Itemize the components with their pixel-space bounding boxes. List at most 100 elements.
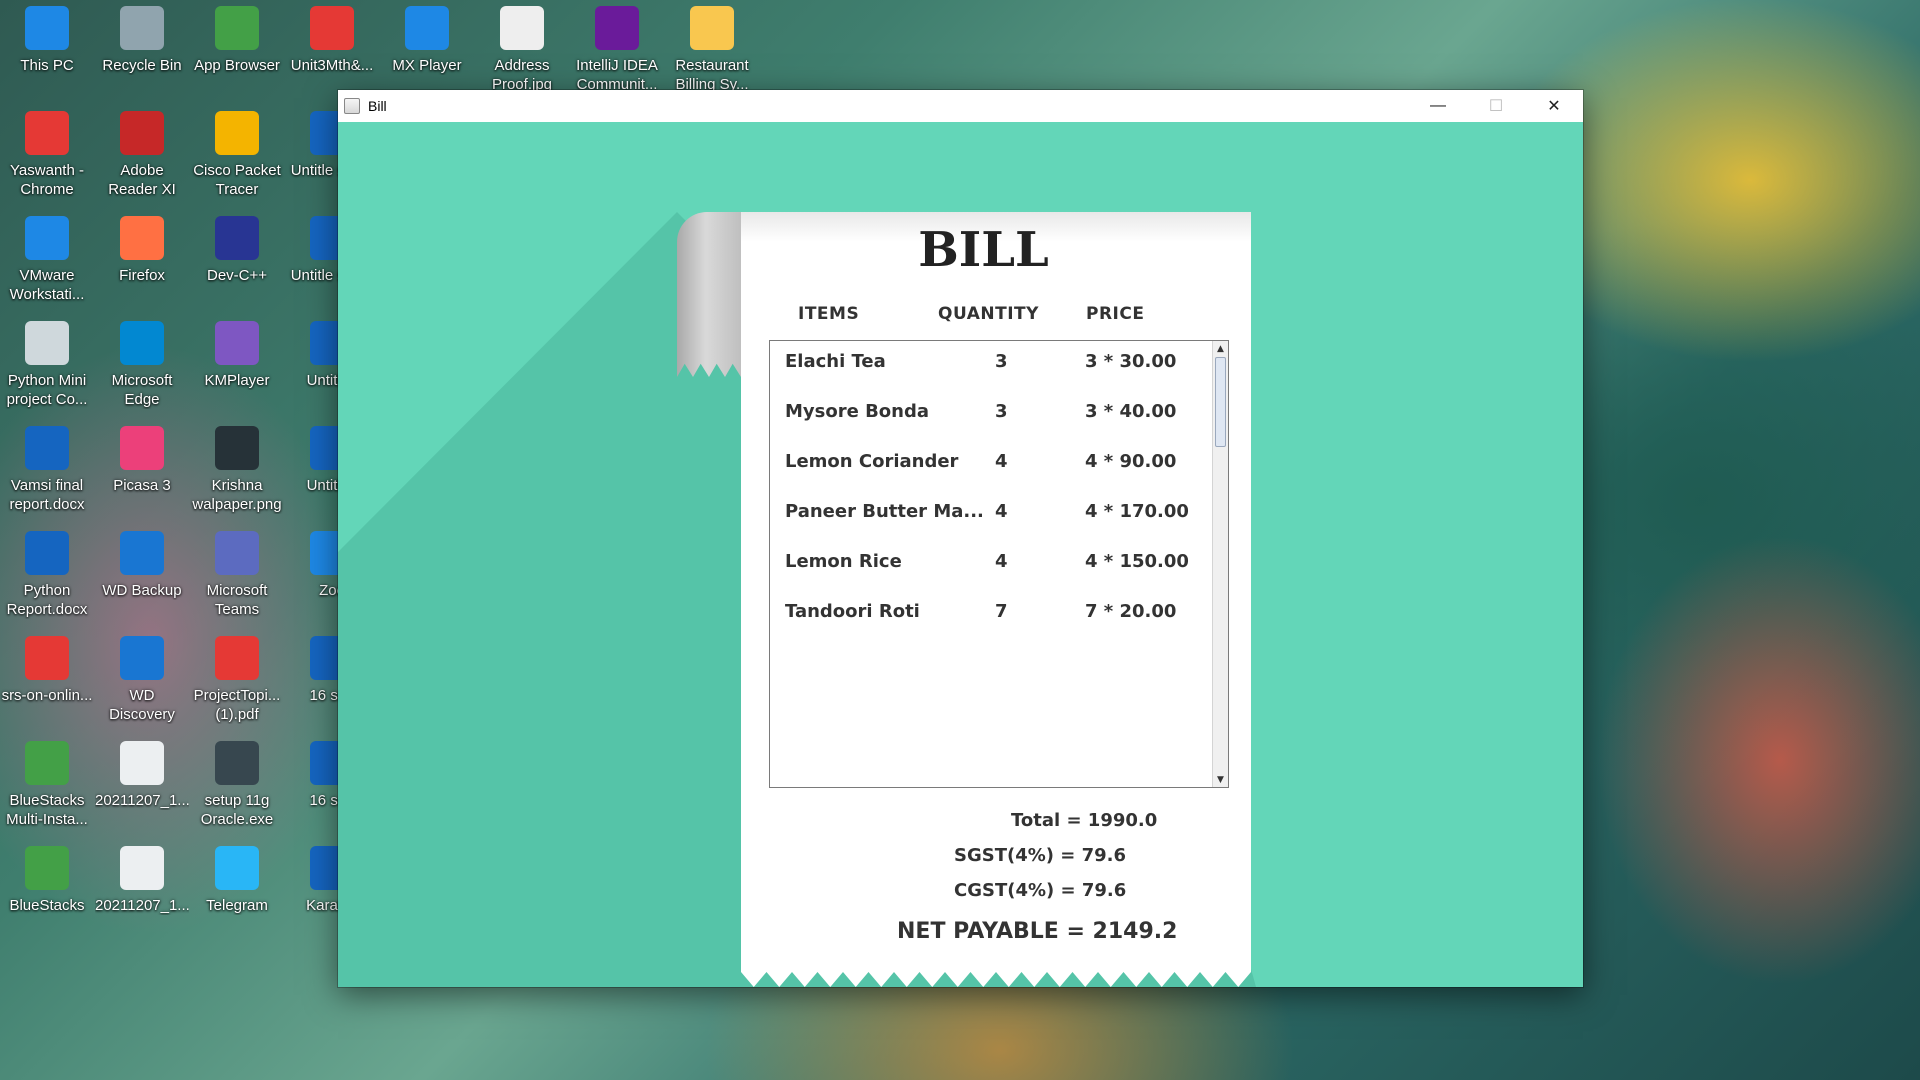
desktop-icon-monitor[interactable]: This PC <box>0 0 94 100</box>
teams-icon <box>215 531 259 575</box>
column-header-items: ITEMS <box>798 304 860 324</box>
wd-backup-icon <box>120 531 164 575</box>
kmplayer-icon <box>215 321 259 365</box>
bluestacks-icon <box>25 846 69 890</box>
desktop-icon-pdf[interactable]: Adobe Reader XI <box>95 105 189 205</box>
scroll-up-arrow-icon[interactable]: ▲ <box>1213 341 1228 356</box>
desktop-icon-label: Adobe Reader XI <box>108 162 176 198</box>
desktop-icon-teams[interactable]: Microsoft Teams <box>190 525 284 625</box>
desktop-icon-play[interactable]: MX Player <box>380 0 474 100</box>
item-name: Paneer Butter Ma... <box>785 501 984 522</box>
wd-icon <box>120 636 164 680</box>
item-name: Lemon Coriander <box>785 451 959 472</box>
desktop-icon-chrome[interactable]: srs-on-onlin... <box>0 630 94 730</box>
play-icon <box>405 6 449 50</box>
browser-icon <box>215 6 259 50</box>
item-name: Lemon Rice <box>785 551 902 572</box>
chrome-icon <box>310 6 354 50</box>
pdf-icon <box>120 111 164 155</box>
desktop-icon-setup[interactable]: setup 11g Oracle.exe <box>190 735 284 835</box>
desktop-icon-browser[interactable]: App Browser <box>190 0 284 100</box>
desktop-icon-picasa[interactable]: Picasa 3 <box>95 420 189 520</box>
desktop-icon-bluestacks[interactable]: BlueStacks <box>0 840 94 940</box>
net-payable-line: NET PAYABLE = 2149.2 <box>897 919 1178 944</box>
desktop-icon-devcpp[interactable]: Dev-C++ <box>190 210 284 310</box>
folder-icon <box>690 6 734 50</box>
desktop-icon-label: This PC <box>20 57 74 74</box>
table-row[interactable]: Lemon Rice 4 4 * 150.00 <box>770 551 1210 581</box>
desktop-icon-label: KMPlayer <box>204 372 270 389</box>
table-scrollbar[interactable]: ▲ ▼ <box>1212 341 1228 787</box>
desktop-icon-telegram[interactable]: Telegram <box>190 840 284 940</box>
firefox-icon <box>120 216 164 260</box>
vmware-icon <box>25 216 69 260</box>
picasa-icon <box>120 426 164 470</box>
desktop-icon-python-file[interactable]: Python Mini project Co... <box>0 315 94 415</box>
word-icon <box>25 531 69 575</box>
item-quantity: 3 <box>995 401 1008 422</box>
monitor-icon <box>25 6 69 50</box>
desktop-icon-label: setup 11g Oracle.exe <box>200 792 274 828</box>
close-button[interactable]: ✕ <box>1525 90 1583 122</box>
item-quantity: 4 <box>995 551 1008 572</box>
word-icon <box>25 426 69 470</box>
sgst-line: SGST(4%) = 79.6 <box>954 845 1127 866</box>
desktop-icon-label: App Browser <box>194 57 280 74</box>
chrome-icon <box>215 636 259 680</box>
desktop-icon-vmware[interactable]: VMware Workstati... <box>0 210 94 310</box>
chrome-icon <box>25 111 69 155</box>
desktop-icon-word[interactable]: Python Report.docx <box>0 525 94 625</box>
desktop-icon-file[interactable]: 20211207_1... <box>95 735 189 835</box>
desktop-icon-recycle-bin[interactable]: Recycle Bin <box>95 0 189 100</box>
minimize-button[interactable]: — <box>1409 90 1467 122</box>
desktop-icon-wd[interactable]: WD Discovery <box>95 630 189 730</box>
desktop-icon-label: Python Mini project Co... <box>6 372 88 408</box>
table-row[interactable]: Tandoori Roti 7 7 * 20.00 <box>770 601 1210 631</box>
desktop-icon-label: 20211207_1... <box>95 792 189 809</box>
desktop-icon-chrome[interactable]: Yaswanth - Chrome <box>0 105 94 205</box>
item-name: Mysore Bonda <box>785 401 930 422</box>
table-row[interactable]: Mysore Bonda 3 3 * 40.00 <box>770 401 1210 431</box>
item-price: 4 * 90.00 <box>1085 451 1177 472</box>
item-quantity: 7 <box>995 601 1008 622</box>
desktop-icon-intellij[interactable]: IntelliJ IDEA Communit... <box>570 0 664 100</box>
table-row[interactable]: Paneer Butter Ma... 4 4 * 170.00 <box>770 501 1210 531</box>
scroll-down-arrow-icon[interactable]: ▼ <box>1213 772 1228 787</box>
bill-items-table[interactable]: Elachi Tea 3 3 * 30.00 Mysore Bonda 3 3 … <box>769 340 1229 788</box>
desktop-icon-label: Microsoft Edge <box>111 372 173 408</box>
bluestacks-icon <box>25 741 69 785</box>
scroll-thumb[interactable] <box>1215 357 1226 447</box>
column-header-price: PRICE <box>1086 304 1145 324</box>
setup-icon <box>215 741 259 785</box>
desktop-icon-word[interactable]: Vamsi final report.docx <box>0 420 94 520</box>
table-row[interactable]: Elachi Tea 3 3 * 30.00 <box>770 351 1210 381</box>
desktop-icon-label: Unit3Mth&... <box>290 57 374 74</box>
image-file-icon <box>215 426 259 470</box>
item-quantity: 3 <box>995 351 1008 372</box>
desktop-icon-wd-backup[interactable]: WD Backup <box>95 525 189 625</box>
desktop-icon-image-file[interactable]: Krishna walpaper.png <box>190 420 284 520</box>
desktop-icon-chrome[interactable]: Unit3Mth&... <box>285 0 379 100</box>
desktop-icon-label: Dev-C++ <box>206 267 268 284</box>
item-price: 3 * 40.00 <box>1085 401 1177 422</box>
desktop-icon-folder[interactable]: Restaurant Billing Sy... <box>665 0 759 100</box>
desktop-icon-label: ProjectTopi... (1).pdf <box>193 687 281 723</box>
desktop-icon-packet-tracer[interactable]: Cisco Packet Tracer <box>190 105 284 205</box>
desktop-icon-label: WD Discovery <box>109 687 175 723</box>
cgst-line: CGST(4%) = 79.6 <box>954 880 1127 901</box>
desktop-icon-kmplayer[interactable]: KMPlayer <box>190 315 284 415</box>
desktop-icon-edge[interactable]: Microsoft Edge <box>95 315 189 415</box>
desktop-icon-chrome[interactable]: ProjectTopi... (1).pdf <box>190 630 284 730</box>
recycle-bin-icon <box>120 6 164 50</box>
maximize-button: ☐ <box>1488 98 1504 115</box>
desktop-icon-firefox[interactable]: Firefox <box>95 210 189 310</box>
title-bar[interactable]: Bill — ☐ ✕ <box>338 90 1583 122</box>
file-icon <box>120 846 164 890</box>
desktop-icon-image-file[interactable]: Address Proof.jpg <box>475 0 569 100</box>
table-row[interactable]: Lemon Coriander 4 4 * 90.00 <box>770 451 1210 481</box>
desktop-icon-file[interactable]: 20211207_1... <box>95 840 189 940</box>
desktop-icon-label: VMware Workstati... <box>9 267 85 303</box>
desktop-icon-bluestacks[interactable]: BlueStacks Multi-Insta... <box>0 735 94 835</box>
telegram-icon <box>215 846 259 890</box>
desktop-icon-label: Krishna walpaper.png <box>192 477 282 513</box>
